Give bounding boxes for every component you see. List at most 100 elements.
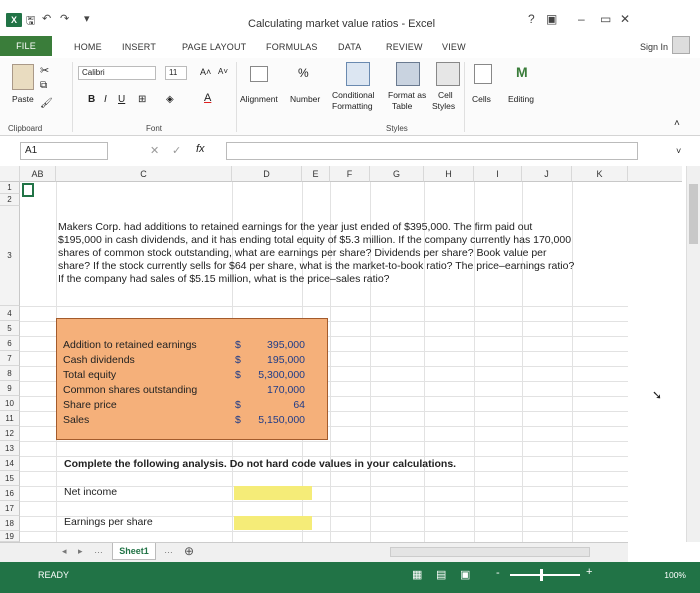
help-button[interactable]: ? bbox=[528, 12, 535, 26]
bold-button[interactable]: B bbox=[88, 94, 95, 105]
row-header[interactable]: 14 bbox=[0, 456, 20, 471]
column-header[interactable]: D bbox=[232, 166, 302, 182]
percent-icon[interactable]: % bbox=[298, 66, 309, 80]
column-header[interactable]: AB bbox=[20, 166, 56, 182]
sheet-tab-sheet1[interactable]: Sheet1 bbox=[112, 543, 156, 560]
cells-button[interactable]: Cells bbox=[472, 94, 491, 104]
vertical-scrollbar[interactable] bbox=[686, 166, 700, 542]
shrink-font-icon[interactable]: A˅ bbox=[218, 67, 228, 76]
insert-function-button[interactable]: fx bbox=[196, 143, 205, 155]
select-all-corner[interactable] bbox=[0, 166, 20, 182]
input-value[interactable]: 395,000 bbox=[267, 339, 305, 351]
font-name-select[interactable]: Calibri bbox=[78, 66, 156, 80]
expand-formula-bar-icon[interactable]: ˅ bbox=[676, 146, 681, 156]
new-sheet-icon[interactable]: ⊕ bbox=[184, 544, 194, 558]
input-value[interactable]: 195,000 bbox=[267, 354, 305, 366]
horizontal-scrollbar[interactable] bbox=[390, 547, 590, 557]
formula-input[interactable] bbox=[226, 142, 638, 160]
column-header[interactable]: K bbox=[572, 166, 628, 182]
input-value[interactable]: 170,000 bbox=[267, 384, 305, 396]
row-header[interactable]: 10 bbox=[0, 396, 20, 411]
row-header[interactable]: 17 bbox=[0, 501, 20, 516]
scrollbar-thumb[interactable] bbox=[689, 184, 698, 244]
row-header[interactable]: 6 bbox=[0, 336, 20, 351]
ribbon-display-options-icon[interactable]: ▣ bbox=[546, 12, 557, 26]
zoom-slider[interactable] bbox=[510, 574, 580, 576]
zoom-out-icon[interactable]: - bbox=[496, 567, 500, 579]
row-header[interactable]: 19 bbox=[0, 531, 20, 542]
avatar[interactable] bbox=[672, 36, 690, 54]
editing-icon[interactable]: M bbox=[516, 64, 528, 80]
row-header[interactable]: 1 bbox=[0, 182, 20, 194]
enter-icon[interactable]: ✓ bbox=[172, 144, 181, 157]
selected-cell[interactable] bbox=[22, 183, 34, 197]
editing-button[interactable]: Editing bbox=[508, 94, 534, 104]
collapse-ribbon-icon[interactable]: ˄ bbox=[674, 118, 680, 129]
row-header[interactable]: 3 bbox=[0, 206, 20, 306]
row-header[interactable]: 9 bbox=[0, 381, 20, 396]
format-as-table-button[interactable]: Format as bbox=[388, 90, 426, 100]
format-painter-icon[interactable]: 🖌 bbox=[40, 98, 53, 109]
column-header[interactable]: F bbox=[330, 166, 370, 182]
column-header[interactable]: H bbox=[424, 166, 474, 182]
minimize-button[interactable]: – bbox=[578, 12, 585, 26]
zoom-level[interactable]: 100% bbox=[664, 570, 686, 580]
font-size-select[interactable]: 11 bbox=[165, 66, 187, 80]
row-header[interactable]: 16 bbox=[0, 486, 20, 501]
close-button[interactable]: ✕ bbox=[620, 12, 630, 26]
underline-button[interactable]: U bbox=[118, 94, 125, 105]
worksheet-grid[interactable]: AB C D E F G H I J K 1 2 3 4 5 6 7 8 9 1… bbox=[0, 166, 628, 542]
undo-icon[interactable]: ↶ bbox=[42, 12, 51, 25]
tab-data[interactable]: DATA bbox=[338, 42, 361, 52]
input-value[interactable]: 5,300,000 bbox=[258, 369, 305, 381]
row-header[interactable]: 13 bbox=[0, 441, 20, 456]
conditional-formatting-icon[interactable] bbox=[346, 62, 370, 86]
row-header[interactable]: 15 bbox=[0, 471, 20, 486]
row-header[interactable]: 5 bbox=[0, 321, 20, 336]
name-box[interactable]: A1 bbox=[20, 142, 108, 160]
row-header[interactable]: 18 bbox=[0, 516, 20, 531]
zoom-slider-handle[interactable] bbox=[540, 569, 543, 581]
number-button[interactable]: Number bbox=[290, 94, 320, 104]
alignment-icon[interactable] bbox=[250, 66, 268, 82]
column-header-k[interactable] bbox=[628, 166, 682, 182]
row-header[interactable]: 4 bbox=[0, 306, 20, 321]
answer-cell-eps[interactable] bbox=[234, 516, 312, 530]
grow-font-icon[interactable]: A˄ bbox=[200, 67, 211, 77]
save-icon[interactable]: 🖫 bbox=[26, 12, 35, 31]
redo-icon[interactable]: ↷ bbox=[60, 12, 69, 25]
copy-icon[interactable]: ⧉ bbox=[40, 80, 47, 91]
input-value[interactable]: 5,150,000 bbox=[258, 414, 305, 426]
format-as-table-icon[interactable] bbox=[396, 62, 420, 86]
conditional-formatting-button[interactable]: Conditional bbox=[332, 90, 375, 100]
column-header[interactable]: J bbox=[522, 166, 572, 182]
row-header[interactable]: 12 bbox=[0, 426, 20, 441]
normal-view-icon[interactable]: ▦ bbox=[412, 568, 422, 581]
italic-button[interactable]: I bbox=[104, 94, 107, 105]
tab-file[interactable]: FILE bbox=[0, 36, 52, 56]
tab-home[interactable]: HOME bbox=[74, 42, 102, 52]
sign-in-link[interactable]: Sign In bbox=[640, 42, 668, 52]
answer-cell-net-income[interactable] bbox=[234, 486, 312, 500]
zoom-in-icon[interactable]: + bbox=[586, 566, 592, 578]
next-sheet-icon[interactable]: ▸ bbox=[78, 546, 83, 557]
column-header[interactable]: I bbox=[474, 166, 522, 182]
more-sheets-icon[interactable]: … bbox=[164, 545, 173, 555]
paste-icon[interactable] bbox=[12, 64, 34, 90]
tab-review[interactable]: REVIEW bbox=[386, 42, 423, 52]
borders-icon[interactable]: ⊞ bbox=[138, 94, 146, 105]
font-color-icon[interactable]: A bbox=[204, 92, 211, 104]
page-break-view-icon[interactable]: ▣ bbox=[460, 568, 470, 581]
restore-button[interactable]: ▭ bbox=[600, 12, 611, 26]
column-header[interactable]: G bbox=[370, 166, 424, 182]
prev-sheet-icon[interactable]: ◂ bbox=[62, 546, 67, 557]
row-header[interactable]: 8 bbox=[0, 366, 20, 381]
tab-view[interactable]: VIEW bbox=[442, 42, 466, 52]
row-header[interactable]: 11 bbox=[0, 411, 20, 426]
paste-button[interactable]: Paste bbox=[12, 94, 34, 104]
fill-color-icon[interactable]: ◈ bbox=[166, 94, 174, 105]
tab-page-layout[interactable]: PAGE LAYOUT bbox=[182, 42, 246, 52]
tab-insert[interactable]: INSERT bbox=[122, 42, 156, 52]
tab-formulas[interactable]: FORMULAS bbox=[266, 42, 318, 52]
more-sheets-icon[interactable]: … bbox=[94, 545, 103, 555]
